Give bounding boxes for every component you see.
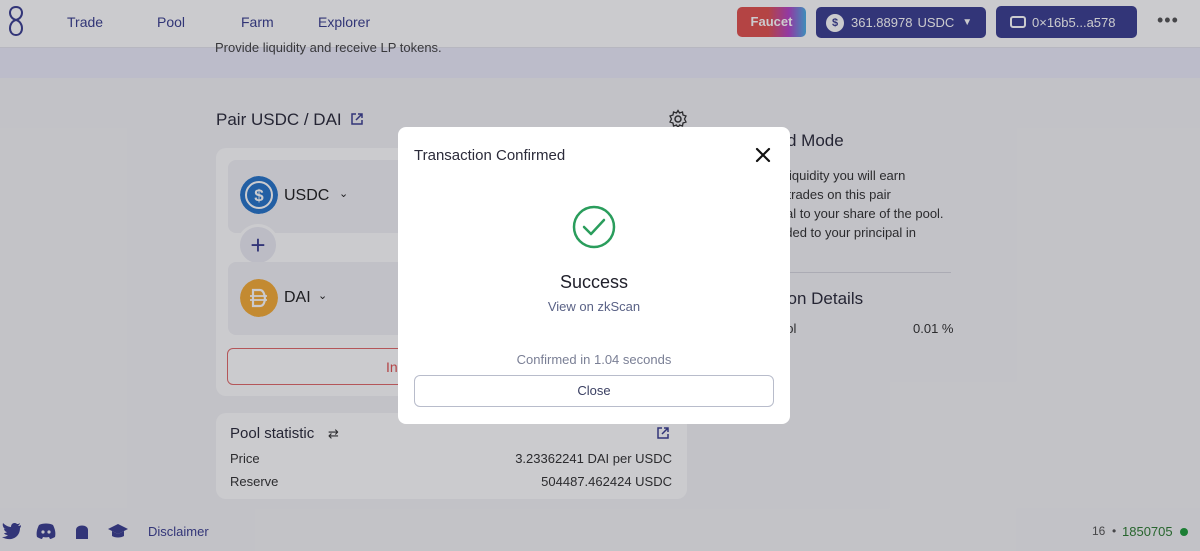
transaction-confirmed-modal: Transaction Confirmed Success View on zk… xyxy=(398,127,790,424)
view-on-zkscan-link[interactable]: View on zkScan xyxy=(398,299,790,314)
confirmation-time: Confirmed in 1.04 seconds xyxy=(516,352,672,367)
close-icon[interactable] xyxy=(754,146,772,164)
modal-title: Transaction Confirmed xyxy=(414,147,566,164)
close-button[interactable]: Close xyxy=(414,375,774,407)
success-status: Success xyxy=(559,272,629,292)
success-check-icon xyxy=(572,205,616,249)
